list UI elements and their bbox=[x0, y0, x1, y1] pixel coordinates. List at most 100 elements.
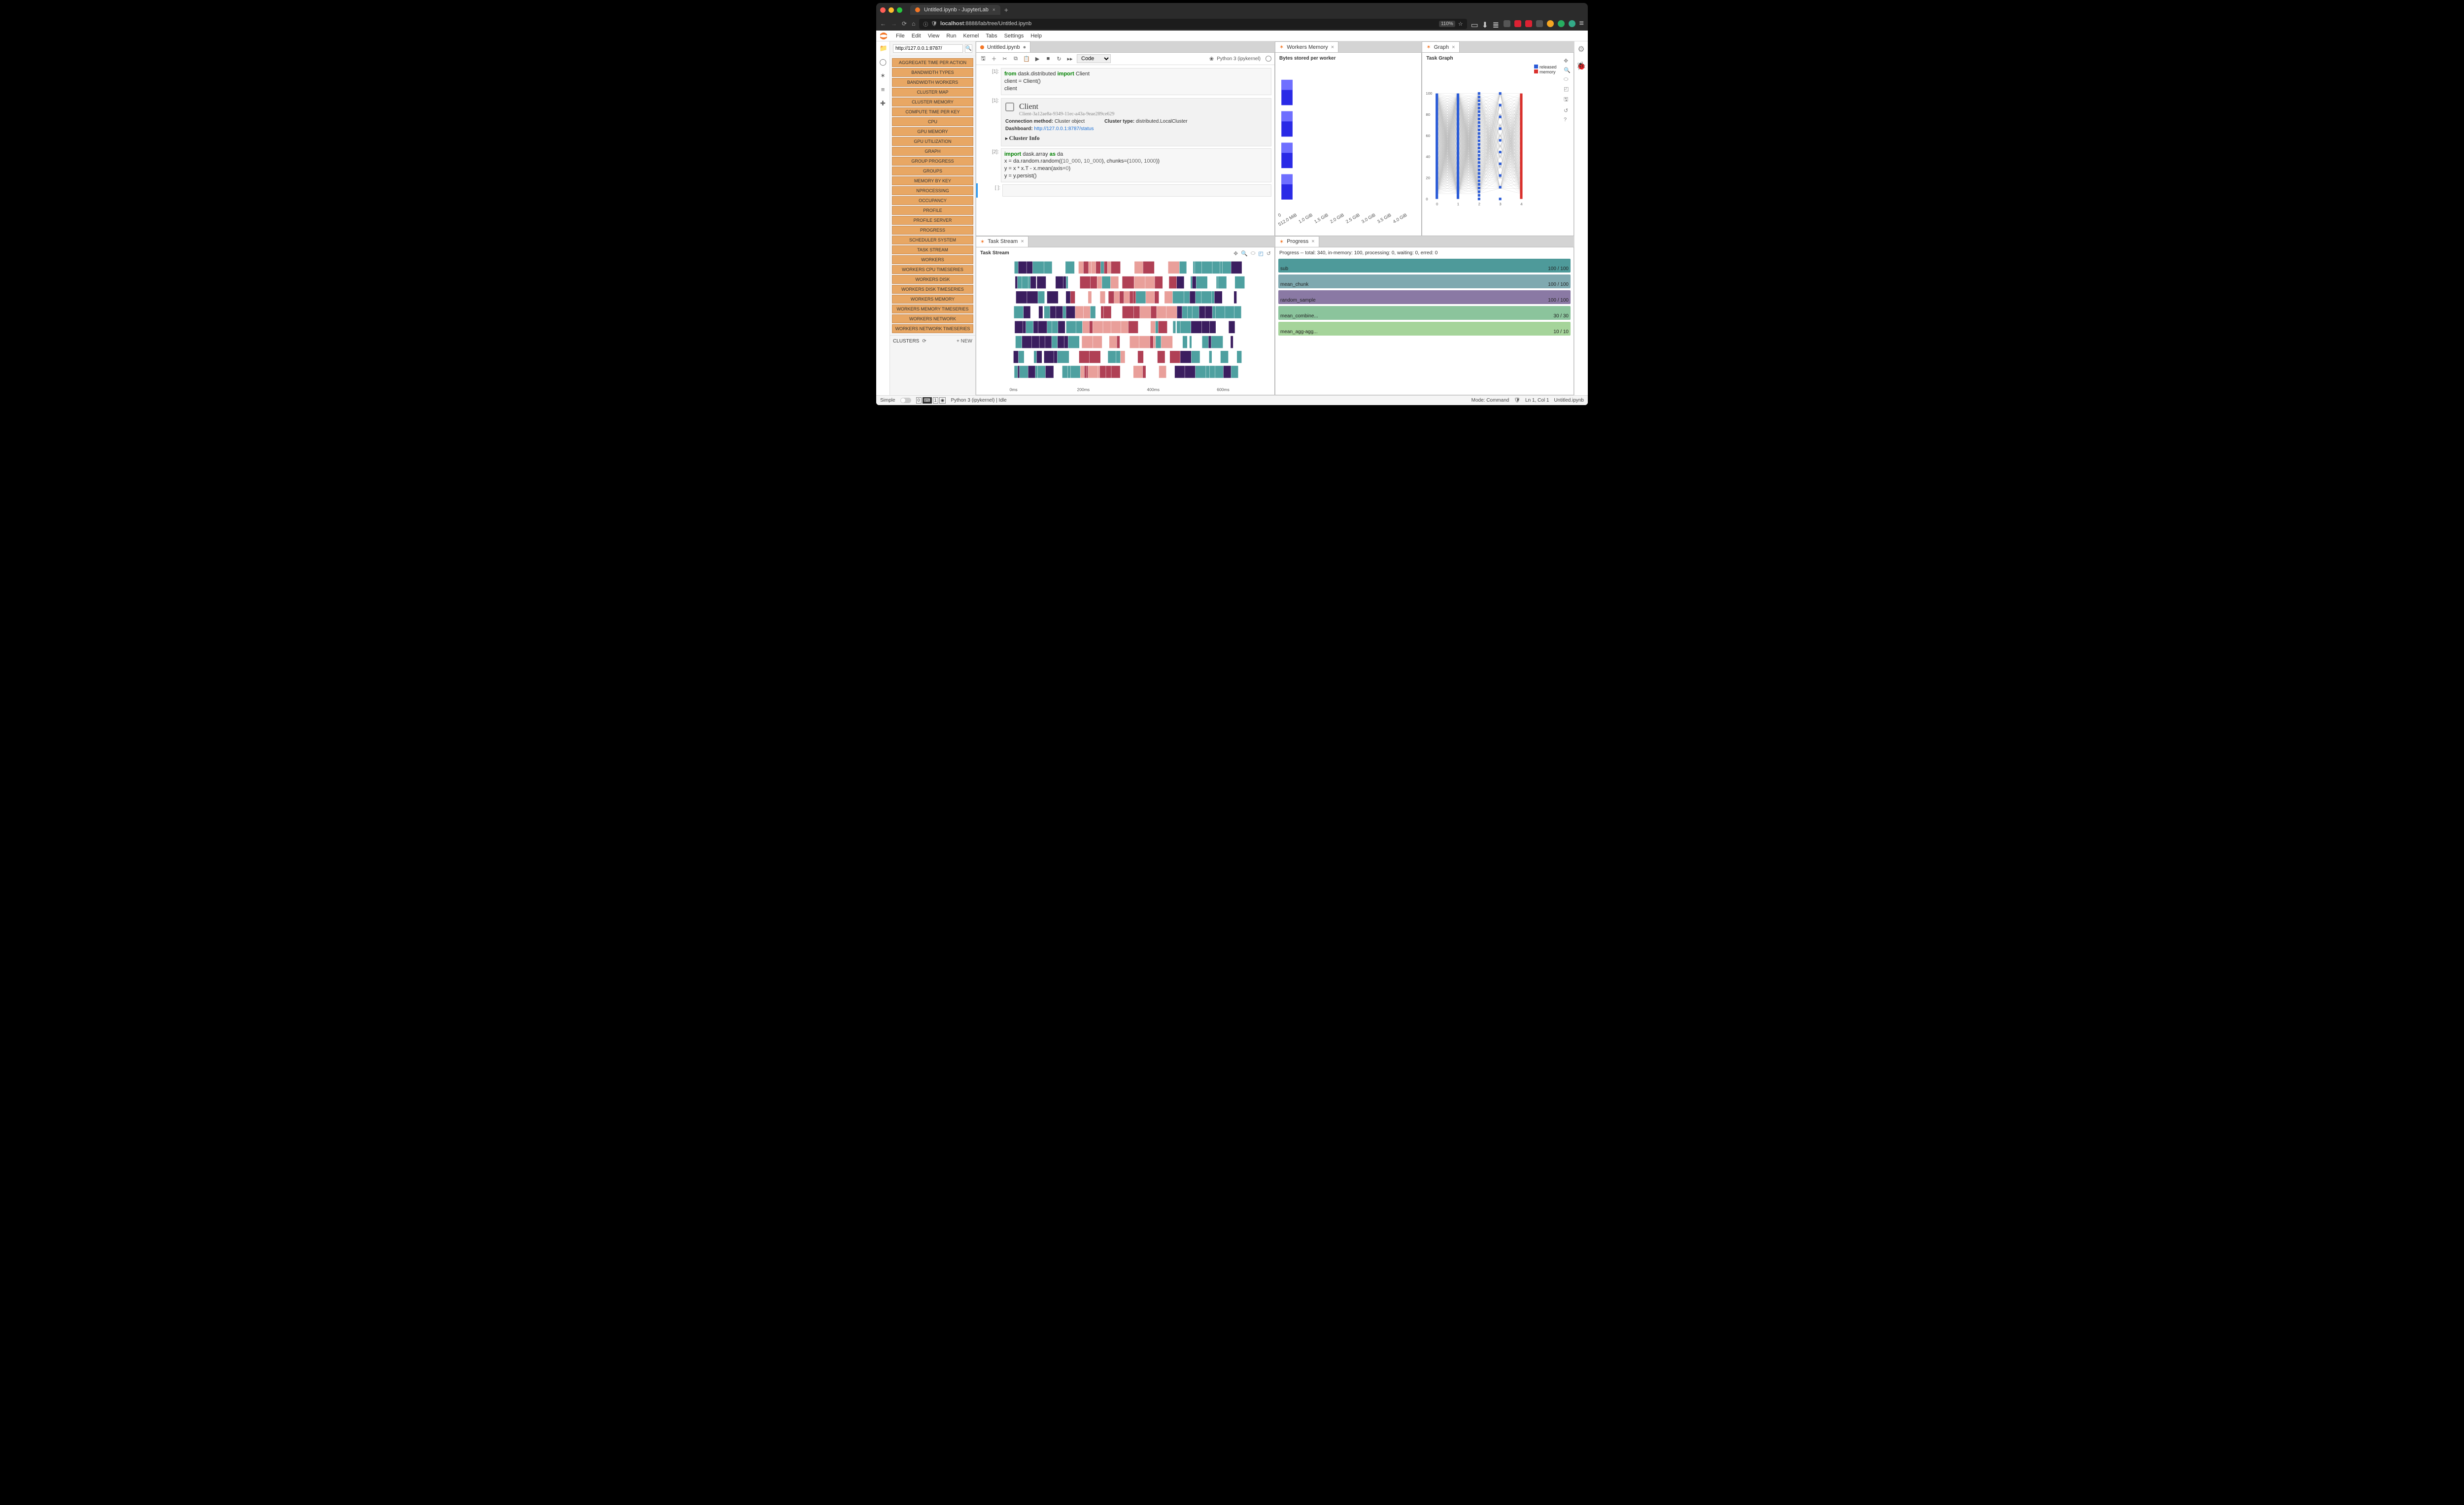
profile-icon[interactable] bbox=[1569, 20, 1575, 27]
dashboard-btn-workers[interactable]: WORKERS bbox=[892, 255, 973, 264]
tab-close-icon[interactable]: × bbox=[992, 7, 995, 13]
menu-settings[interactable]: Settings bbox=[1004, 33, 1024, 39]
cut-icon[interactable]: ✂ bbox=[1001, 55, 1009, 63]
running-icon[interactable]: ◯ bbox=[880, 58, 887, 65]
dashboard-btn-gpu-utilization[interactable]: GPU UTILIZATION bbox=[892, 137, 973, 146]
ext-icon[interactable] bbox=[1547, 20, 1554, 27]
window-minimize-icon[interactable] bbox=[889, 7, 894, 13]
new-tab-button[interactable]: + bbox=[1004, 6, 1008, 14]
dashboard-btn-compute-time-per-key[interactable]: COMPUTE TIME PER KEY bbox=[892, 107, 973, 116]
jupyter-logo-icon[interactable] bbox=[880, 33, 887, 39]
dashboard-btn-workers-cpu-timeseries[interactable]: WORKERS CPU TIMESERIES bbox=[892, 265, 973, 274]
pan-icon[interactable]: ✥ bbox=[1564, 58, 1572, 64]
dashboard-btn-groups[interactable]: GROUPS bbox=[892, 167, 973, 175]
dashboard-btn-occupancy[interactable]: OCCUPANCY bbox=[892, 196, 973, 205]
help-icon[interactable]: ? bbox=[1564, 117, 1572, 123]
dashboard-btn-gpu-memory[interactable]: GPU MEMORY bbox=[892, 127, 973, 136]
tab-progress[interactable]: ✶Progress× bbox=[1275, 236, 1319, 247]
code-input[interactable]: import dask.array as da x = da.random.ra… bbox=[1001, 148, 1271, 182]
notification-icon[interactable]: 🛡 bbox=[1514, 398, 1520, 403]
simple-mode-toggle[interactable] bbox=[900, 398, 911, 403]
dashboard-url-input[interactable] bbox=[893, 44, 963, 53]
menu-file[interactable]: File bbox=[896, 33, 905, 39]
dashboard-link[interactable]: http://127.0.0.1:8787/status bbox=[1034, 126, 1094, 132]
library-icon[interactable]: ≣ bbox=[1493, 20, 1500, 27]
downloads-icon[interactable]: ⬇ bbox=[1482, 20, 1489, 27]
menu-help[interactable]: Help bbox=[1030, 33, 1042, 39]
dashboard-btn-cluster-memory[interactable]: CLUSTER MEMORY bbox=[892, 98, 973, 106]
tab-workers-memory[interactable]: ✶Workers Memory× bbox=[1275, 41, 1338, 52]
paste-icon[interactable]: 📋 bbox=[1023, 55, 1030, 63]
dashboard-btn-profile-server[interactable]: PROFILE SERVER bbox=[892, 216, 973, 225]
cell-type-select[interactable]: Code bbox=[1077, 54, 1111, 63]
extensions-icon[interactable]: ✚ bbox=[880, 100, 887, 106]
ext-icon[interactable] bbox=[1514, 20, 1521, 27]
code-cell[interactable]: [2]: import dask.array as da x = da.rand… bbox=[976, 147, 1274, 183]
dask-icon[interactable]: ✶ bbox=[880, 72, 887, 79]
bookmark-star-icon[interactable]: ☆ bbox=[1458, 21, 1463, 27]
reset-icon[interactable]: ↺ bbox=[1266, 250, 1271, 257]
browser-tab[interactable]: Untitled.ipynb - JupyterLab × bbox=[910, 5, 1000, 15]
screenshot-icon[interactable]: ▭ bbox=[1471, 20, 1478, 27]
menu-run[interactable]: Run bbox=[946, 33, 956, 39]
reload-icon[interactable]: ⟳ bbox=[902, 20, 907, 27]
menu-view[interactable]: View bbox=[928, 33, 940, 39]
code-cell-active[interactable]: [ ]: bbox=[976, 183, 1274, 198]
search-icon[interactable]: 🔍 bbox=[965, 44, 972, 53]
wheel-zoom-icon[interactable]: ⬭ bbox=[1251, 250, 1255, 257]
dashboard-btn-cluster-map[interactable]: CLUSTER MAP bbox=[892, 88, 973, 97]
stop-icon[interactable]: ■ bbox=[1044, 55, 1052, 63]
menu-kernel[interactable]: Kernel bbox=[963, 33, 979, 39]
close-icon[interactable]: × bbox=[1452, 44, 1455, 50]
tab-notebook[interactable]: Untitled.ipynb● bbox=[976, 41, 1030, 52]
expand-toggle-icon[interactable] bbox=[1005, 103, 1014, 111]
back-icon[interactable]: ← bbox=[880, 20, 886, 27]
tab-graph[interactable]: ✶Graph× bbox=[1422, 41, 1459, 52]
window-close-icon[interactable] bbox=[880, 7, 886, 13]
terminals-kernels[interactable]: 0⌨ 1◉ bbox=[916, 397, 946, 404]
close-icon[interactable]: × bbox=[1021, 239, 1024, 244]
box-select-icon[interactable]: ◰ bbox=[1564, 86, 1572, 92]
voila-icon[interactable]: ❀ bbox=[1209, 56, 1214, 62]
shield-icon[interactable]: 🛡 bbox=[931, 21, 937, 27]
wheel-zoom-icon[interactable]: ⬭ bbox=[1564, 76, 1572, 83]
folder-icon[interactable]: 📁 bbox=[880, 44, 887, 51]
property-inspector-icon[interactable]: ⚙ bbox=[1577, 44, 1584, 54]
save-icon[interactable]: 🖫 bbox=[1564, 95, 1572, 104]
restart-icon[interactable]: ↻ bbox=[1055, 55, 1063, 63]
ext-icon[interactable] bbox=[1558, 20, 1565, 27]
ext-icon[interactable] bbox=[1536, 20, 1543, 27]
dashboard-btn-graph[interactable]: GRAPH bbox=[892, 147, 973, 156]
window-zoom-icon[interactable] bbox=[897, 7, 902, 13]
dashboard-btn-workers-disk[interactable]: WORKERS DISK bbox=[892, 275, 973, 284]
zoom-icon[interactable]: 🔍 bbox=[1241, 250, 1248, 257]
tab-dirty-icon[interactable]: ● bbox=[1023, 44, 1027, 50]
reset-icon[interactable]: ↺ bbox=[1564, 107, 1572, 114]
toc-icon[interactable]: ≡ bbox=[880, 86, 887, 93]
zoom-icon[interactable]: 🔍 bbox=[1564, 67, 1572, 73]
dashboard-btn-profile[interactable]: PROFILE bbox=[892, 206, 973, 215]
forward-icon[interactable]: → bbox=[891, 20, 897, 27]
debugger-icon[interactable]: 🐞 bbox=[1576, 61, 1586, 71]
ext-icon[interactable] bbox=[1504, 20, 1510, 27]
cursor-position[interactable]: Ln 1, Col 1 bbox=[1525, 398, 1549, 403]
new-cluster-button[interactable]: + NEW bbox=[957, 339, 972, 344]
kernel-name[interactable]: Python 3 (ipykernel) bbox=[1217, 56, 1261, 62]
save-icon[interactable]: 🖫 bbox=[979, 55, 987, 63]
site-info-icon[interactable]: ⓘ bbox=[923, 20, 928, 28]
tab-task-stream[interactable]: ✶Task Stream× bbox=[976, 236, 1028, 247]
cluster-info-toggle[interactable]: Cluster Info bbox=[1005, 135, 1267, 142]
pan-icon[interactable]: ✥ bbox=[1233, 250, 1238, 257]
dashboard-btn-scheduler-system[interactable]: SCHEDULER SYSTEM bbox=[892, 236, 973, 244]
dashboard-btn-task-stream[interactable]: TASK STREAM bbox=[892, 245, 973, 254]
kernel-status[interactable]: Python 3 (ipykernel) | Idle bbox=[951, 398, 1006, 403]
refresh-icon[interactable]: ⟳ bbox=[922, 339, 926, 344]
dashboard-btn-group-progress[interactable]: GROUP PROGRESS bbox=[892, 157, 973, 166]
dashboard-btn-aggregate-time-per-action[interactable]: AGGREGATE TIME PER ACTION bbox=[892, 58, 973, 67]
code-cell[interactable]: [1]: from dask.distributed import Client… bbox=[976, 67, 1274, 96]
ext-icon[interactable] bbox=[1525, 20, 1532, 27]
code-input[interactable]: from dask.distributed import Client clie… bbox=[1001, 68, 1271, 95]
code-input[interactable] bbox=[1002, 184, 1271, 197]
zoom-indicator[interactable]: 110% bbox=[1439, 21, 1455, 27]
dashboard-btn-progress[interactable]: PROGRESS bbox=[892, 226, 973, 235]
